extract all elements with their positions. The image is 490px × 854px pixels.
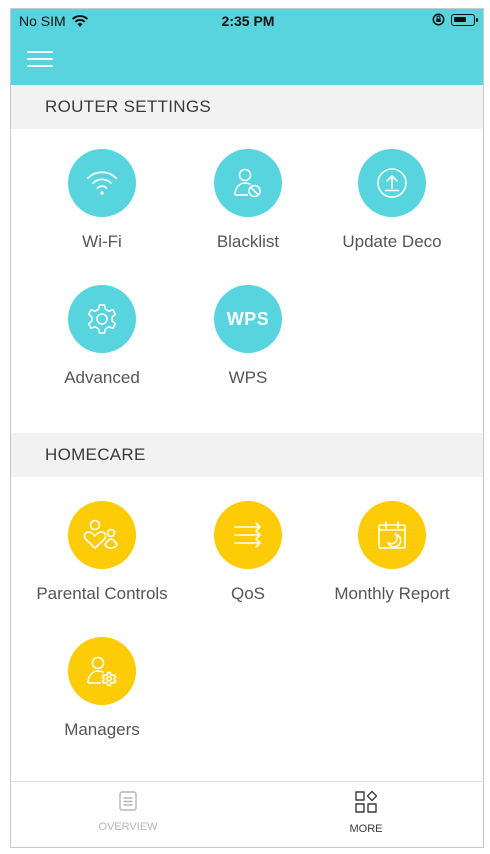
blacklist-label: Blacklist [216,232,280,251]
calendar-icon [358,501,426,569]
wps-tile[interactable]: WPS WPS [178,285,318,388]
wps-label: WPS [228,368,268,387]
tab-more-label: MORE [349,823,383,835]
status-right [432,13,478,26]
battery-icon [451,13,478,26]
qos-label: QoS [230,584,266,603]
parental-controls-label: Parental Controls [36,584,168,603]
wifi-tile[interactable]: Wi-Fi [32,149,172,252]
qos-tile[interactable]: QoS [178,501,318,604]
monthly-report-label: Monthly Report [334,584,450,603]
advanced-tile[interactable]: Advanced [32,285,172,388]
app-frame: No SIM 2:35 PM ROUTER SETTINGS Wi-Fi Bla… [10,8,484,848]
gear-icon [68,285,136,353]
router-settings-header: ROUTER SETTINGS [11,85,483,129]
parental-controls-icon [68,501,136,569]
update-deco-tile[interactable]: Update Deco [322,149,462,252]
wifi-label: Wi-Fi [82,232,122,251]
managers-tile[interactable]: Managers [32,637,172,740]
advanced-label: Advanced [64,368,140,387]
wifi-icon [68,149,136,217]
blacklist-tile[interactable]: Blacklist [178,149,318,252]
tab-more[interactable]: MORE [296,790,436,835]
monthly-report-tile[interactable]: Monthly Report [322,501,462,604]
header: No SIM 2:35 PM [11,9,483,85]
more-grid-icon [355,790,378,813]
tab-bar: OVERVIEW MORE [11,781,483,847]
homecare-header: HOMECARE [11,433,483,477]
update-deco-label: Update Deco [342,232,442,251]
managers-icon [68,637,136,705]
wps-icon-text: WPS [226,308,270,329]
update-icon [358,149,426,217]
parental-controls-tile[interactable]: Parental Controls [32,501,172,604]
status-bar: No SIM 2:35 PM [11,9,483,35]
wps-icon: WPS [214,285,282,353]
tab-overview-label: OVERVIEW [98,821,158,833]
tab-overview[interactable]: OVERVIEW [58,790,198,833]
orientation-lock-icon [432,13,445,26]
qos-icon [214,501,282,569]
menu-button[interactable] [27,51,53,71]
overview-icon [119,791,137,811]
managers-label: Managers [64,720,140,739]
blacklist-icon [214,149,282,217]
clock: 2:35 PM [221,13,275,29]
